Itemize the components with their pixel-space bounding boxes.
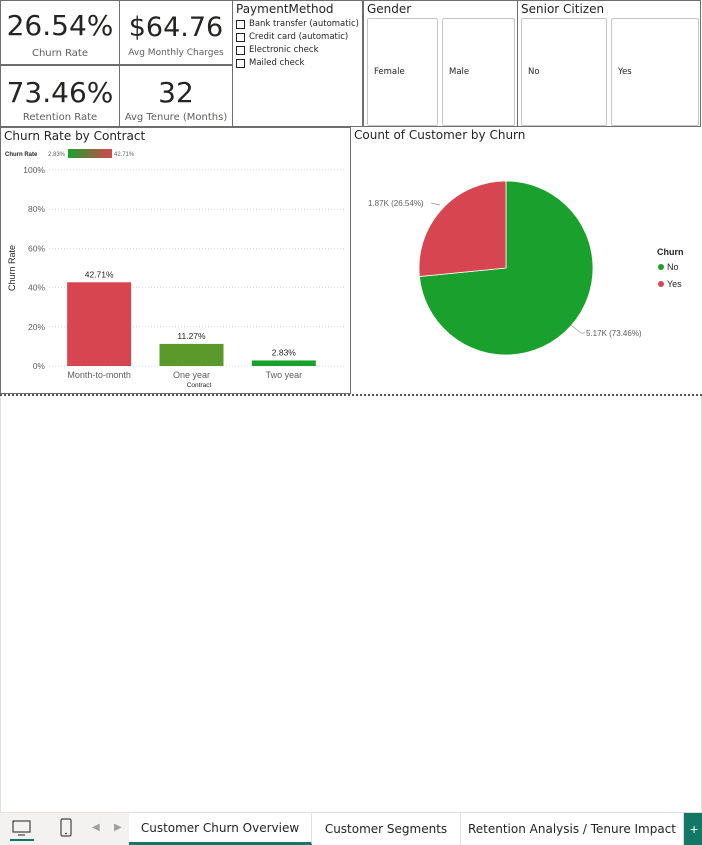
bar-legend-max: 42.71% bbox=[114, 152, 135, 158]
pie-legend-marker-yes bbox=[658, 281, 664, 287]
bar-month-to-month[interactable] bbox=[67, 282, 132, 366]
kpi-retention-rate-value: 73.46% bbox=[6, 76, 114, 109]
payment-option-mailed-check[interactable]: Mailed check bbox=[236, 58, 304, 68]
senior-citizen-slicer-title: Senior Citizen bbox=[521, 2, 605, 16]
checkbox-icon[interactable] bbox=[236, 58, 245, 68]
bar-legend-min: 2.83% bbox=[48, 152, 66, 158]
senior-citizen-slicer: Senior Citizen No Yes bbox=[517, 0, 701, 127]
pie-legend-title: Churn bbox=[657, 247, 684, 257]
bar-value-label: 11.27% bbox=[177, 331, 206, 341]
bar-y-tick-label: 0% bbox=[33, 361, 46, 371]
bar-y-tick-label: 40% bbox=[28, 283, 45, 293]
pie-label-leader-yes bbox=[430, 202, 441, 206]
bar-y-tick-label: 100% bbox=[23, 165, 45, 175]
bar-y-tick-label: 80% bbox=[28, 204, 45, 214]
senior-tile-label: Yes bbox=[618, 67, 632, 77]
pie-legend-marker-no bbox=[658, 264, 664, 270]
bar-y-tick-label: 20% bbox=[28, 322, 45, 332]
kpi-avg-tenure-value: 32 bbox=[158, 76, 194, 109]
payment-option-label: Mailed check bbox=[249, 58, 305, 68]
payment-option-credit-card[interactable]: Credit card (automatic) bbox=[236, 32, 348, 42]
bar-two-year[interactable] bbox=[251, 360, 316, 366]
kpi-avg-monthly-charges-value: $64.76 bbox=[128, 12, 224, 43]
senior-tile-yes[interactable]: Yes bbox=[611, 18, 699, 126]
count-customer-by-churn-visual[interactable]: Count of Customer by Churn 1.87K (26.54%… bbox=[351, 127, 702, 394]
bar-y-tick-label: 60% bbox=[28, 243, 45, 253]
gender-slicer-title: Gender bbox=[367, 2, 412, 16]
bar-x-tick-label: One year bbox=[173, 370, 210, 380]
payment-option-bank-transfer[interactable]: Bank transfer (automatic) bbox=[236, 19, 359, 29]
kpi-avg-monthly-charges-card: $64.76 Avg Monthly Charges bbox=[119, 0, 233, 65]
checkbox-icon[interactable] bbox=[236, 32, 245, 42]
add-page-button[interactable]: + bbox=[684, 813, 702, 845]
pie-legend-yes: Yes bbox=[667, 279, 682, 289]
bar-x-axis-title: Contract bbox=[187, 382, 212, 389]
gender-tile-label: Female bbox=[374, 67, 405, 77]
gender-tile-male[interactable]: Male bbox=[442, 18, 515, 126]
bar-legend-title: Churn Rate bbox=[5, 152, 38, 158]
gender-slicer: Gender Female Male bbox=[363, 0, 518, 127]
bar-value-label: 2.83% bbox=[272, 347, 297, 357]
senior-tile-no[interactable]: No bbox=[521, 18, 607, 126]
canvas-border bbox=[0, 396, 702, 812]
tab-customer-segments[interactable]: Customer Segments bbox=[312, 813, 461, 845]
payment-option-label: Credit card (automatic) bbox=[249, 32, 349, 42]
pie-label-no: 5.17K (73.46%) bbox=[586, 329, 642, 338]
bar-value-label: 42.71% bbox=[85, 269, 114, 279]
kpi-avg-tenure-label: Avg Tenure (Months) bbox=[124, 112, 228, 123]
pie-chart-svg: 1.87K (26.54%) 5.17K (73.46%) Churn No Y… bbox=[368, 180, 684, 356]
payment-option-label: Electronic check bbox=[249, 45, 319, 55]
gender-tile-label: Male bbox=[449, 67, 470, 77]
tab-retention-analysis[interactable]: Retention Analysis / Tenure Impact bbox=[461, 813, 684, 845]
payment-method-slicer-title: PaymentMethod bbox=[236, 2, 334, 16]
kpi-churn-rate-value: 26.54% bbox=[6, 9, 114, 42]
chevron-left-icon[interactable]: ◀ bbox=[92, 822, 100, 833]
churn-rate-by-contract-visual[interactable]: Churn Rate by Contract Churn Rate 2.83% … bbox=[0, 127, 351, 394]
bar-one-year[interactable] bbox=[159, 343, 224, 366]
kpi-churn-rate-label: Churn Rate bbox=[31, 48, 89, 59]
bar-x-tick-label: Two year bbox=[266, 370, 303, 380]
chevron-right-icon[interactable]: ▶ bbox=[114, 822, 122, 833]
bar-chart-title: Churn Rate by Contract bbox=[4, 129, 146, 143]
kpi-churn-rate-card: 26.54% Churn Rate bbox=[0, 0, 120, 65]
kpi-avg-monthly-charges-label: Avg Monthly Charges bbox=[128, 48, 224, 58]
payment-method-slicer: PaymentMethod Bank transfer (automatic) … bbox=[232, 0, 363, 127]
bar-legend-gradient bbox=[68, 149, 112, 158]
tab-customer-churn-overview[interactable]: Customer Churn Overview bbox=[129, 813, 312, 845]
pie-label-yes: 1.87K (26.54%) bbox=[368, 199, 424, 208]
bar-x-tick-label: Month-to-month bbox=[67, 370, 131, 380]
checkbox-icon[interactable] bbox=[236, 45, 245, 55]
pie-label-leader-no bbox=[570, 324, 585, 334]
pie-chart-title: Count of Customer by Churn bbox=[354, 128, 526, 142]
bar-chart-svg: Churn Rate 2.83% 42.71% 0% 20% 40% 60% 80% 10… bbox=[5, 149, 346, 389]
kpi-retention-rate-label: Retention Rate bbox=[22, 112, 98, 123]
kpi-retention-rate-card: 73.46% Retention Rate bbox=[0, 65, 120, 127]
kpi-avg-tenure-card: 32 Avg Tenure (Months) bbox=[119, 65, 233, 127]
senior-tile-label: No bbox=[528, 67, 540, 77]
pie-slice-yes[interactable] bbox=[418, 180, 507, 277]
pie-legend-no: No bbox=[667, 262, 679, 272]
checkbox-icon[interactable] bbox=[236, 19, 245, 29]
desktop-view-icon[interactable] bbox=[10, 819, 34, 841]
bar-y-axis-title: Churn Rate bbox=[7, 245, 17, 291]
gender-tile-female[interactable]: Female bbox=[367, 18, 438, 126]
mobile-view-icon[interactable] bbox=[59, 818, 73, 843]
payment-option-label: Bank transfer (automatic) bbox=[249, 19, 359, 29]
page-tab-bar: ◀ ▶ Customer Churn Overview Customer Seg… bbox=[0, 812, 702, 845]
payment-option-electronic-check[interactable]: Electronic check bbox=[236, 45, 319, 55]
